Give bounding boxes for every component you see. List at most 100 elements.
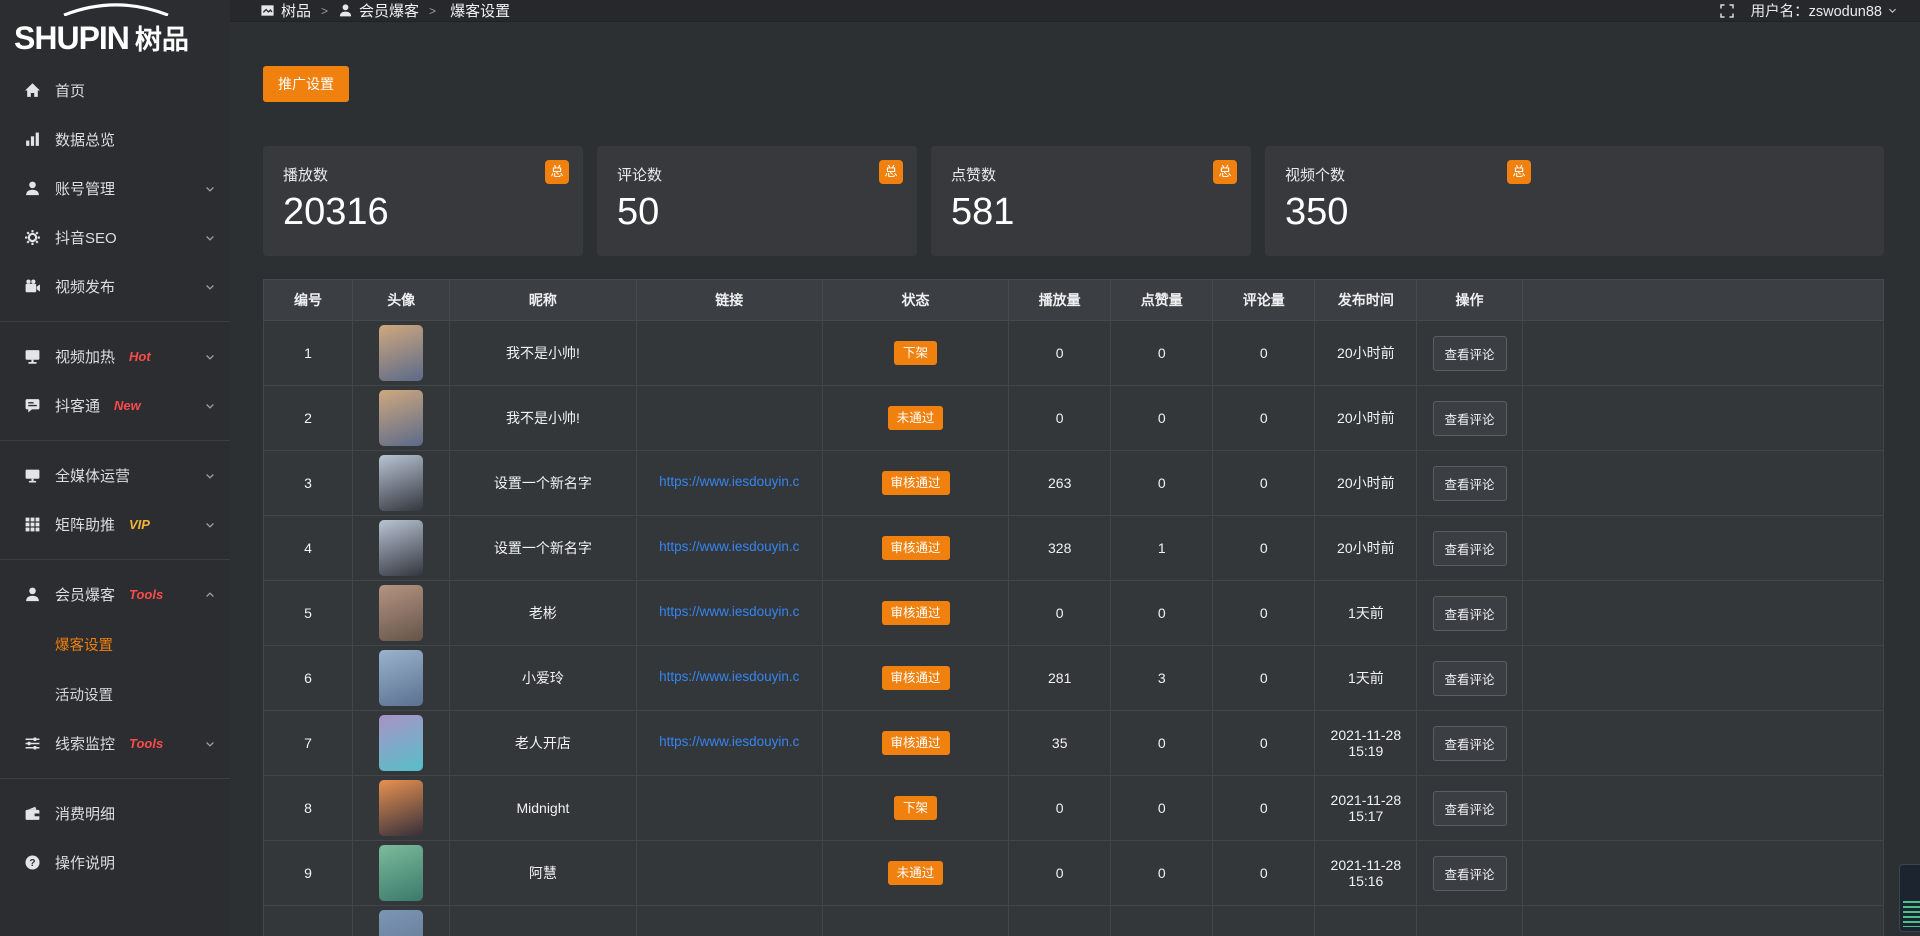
user-name-label: 用户名：zswodun88 [1751, 0, 1882, 21]
sidebar-item-视频发布[interactable]: 视频发布 [0, 262, 230, 311]
sidebar-item-全媒体运营[interactable]: 全媒体运营 [0, 451, 230, 500]
total-badge: 总 [879, 160, 903, 184]
status-badge: 审核通过 [882, 731, 950, 756]
sidebar-item-数据总览[interactable]: 数据总览 [0, 115, 230, 164]
sidebar-item-会员爆客[interactable]: 会员爆客Tools [0, 570, 230, 619]
cell-avatar [353, 386, 450, 451]
table-row: 2我不是小帅!未通过00020小时前查看评论 [264, 386, 1884, 451]
cell-link [636, 321, 822, 386]
cell-action: 查看评论 [1417, 451, 1522, 516]
sidebar-subitem-活动设置[interactable]: 活动设置 [0, 669, 230, 719]
sidebar-item-tag: New [114, 398, 141, 413]
cell-plays: 35 [1009, 711, 1111, 776]
promo-settings-button[interactable]: 推广设置 [263, 66, 349, 102]
videos-table-wrap: 编号 头像 昵称 链接 状态 播放量 点赞量 评论量 发布时间 操作 [263, 279, 1884, 936]
cell-filler [1522, 646, 1883, 711]
cell-likes: 3 [1111, 646, 1213, 711]
app-icon [260, 3, 275, 18]
cell-filler [1522, 386, 1883, 451]
stat-card-评论数: 评论数总50 [597, 146, 917, 256]
sidebar-divider [0, 440, 230, 441]
view-comments-button[interactable]: 查看评论 [1433, 466, 1507, 501]
cell-plays [1009, 906, 1111, 936]
cell-nickname: 我不是小帅! [450, 321, 636, 386]
video-link[interactable]: https://www.iesdouyin.c [659, 539, 799, 554]
sidebar-item-视频加热[interactable]: 视频加热Hot [0, 332, 230, 381]
cell-filler [1522, 711, 1883, 776]
sidebar-subitem-爆客设置[interactable]: 爆客设置 [0, 619, 230, 669]
grid-icon [24, 516, 41, 533]
chat-icon [24, 397, 41, 414]
floating-widget[interactable] [1899, 864, 1920, 932]
home-icon [24, 82, 41, 99]
logo-arc [56, 3, 176, 16]
video-icon [24, 278, 41, 295]
cell-filler [1522, 581, 1883, 646]
stat-cards: 播放数总20316评论数总50点赞数总581视频个数总350 [263, 146, 1884, 256]
sidebar-item-抖音SEO[interactable]: 抖音SEO [0, 213, 230, 262]
user-icon [338, 3, 353, 18]
breadcrumb-separator: > [429, 4, 436, 18]
sidebar-item-抖客通[interactable]: 抖客通New [0, 381, 230, 430]
video-link[interactable]: https://www.iesdouyin.c [659, 734, 799, 749]
chevron-down-icon [204, 400, 216, 412]
cell-nickname: 阿慧 [450, 841, 636, 906]
sliders-icon [24, 735, 41, 752]
col-time: 发布时间 [1315, 280, 1417, 321]
sidebar-item-矩阵助推[interactable]: 矩阵助推VIP [0, 500, 230, 549]
table-header-row: 编号 头像 昵称 链接 状态 播放量 点赞量 评论量 发布时间 操作 [264, 280, 1884, 321]
sidebar-item-label: 数据总览 [55, 129, 115, 150]
breadcrumb-item-section[interactable]: 会员爆客 [338, 0, 419, 21]
cell-avatar [353, 776, 450, 841]
col-plays: 播放量 [1009, 280, 1111, 321]
sidebar-item-消费明细[interactable]: 消费明细 [0, 789, 230, 838]
stat-card-label: 点赞数 [951, 164, 1235, 185]
view-comments-button[interactable]: 查看评论 [1433, 726, 1507, 761]
cell-num: 3 [264, 451, 353, 516]
stat-card-label: 播放数 [283, 164, 567, 185]
col-nickname: 昵称 [450, 280, 636, 321]
chevron-down-icon [204, 470, 216, 482]
chevron-down-icon [204, 281, 216, 293]
screen-icon [24, 348, 41, 365]
video-link[interactable]: https://www.iesdouyin.c [659, 604, 799, 619]
fullscreen-icon[interactable] [1719, 3, 1735, 19]
cell-filler [1522, 451, 1883, 516]
sidebar-item-账号管理[interactable]: 账号管理 [0, 164, 230, 213]
user-menu[interactable]: 用户名：zswodun88 [1751, 0, 1898, 21]
cell-num: 4 [264, 516, 353, 581]
cell-link: https://www.iesdouyin.c [636, 516, 822, 581]
cell-comments: 0 [1213, 646, 1315, 711]
sidebar-item-首页[interactable]: 首页 [0, 66, 230, 115]
cell-time: 20小时前 [1315, 451, 1417, 516]
view-comments-button[interactable]: 查看评论 [1433, 531, 1507, 566]
cell-time [1315, 906, 1417, 936]
sidebar-item-线索监控[interactable]: 线索监控Tools [0, 719, 230, 768]
avatar [379, 650, 423, 706]
sidebar-item-操作说明[interactable]: ?操作说明 [0, 838, 230, 887]
cell-num [264, 906, 353, 936]
avatar [379, 390, 423, 446]
cell-time: 20小时前 [1315, 516, 1417, 581]
logo: SHUPIN 树品 [0, 0, 230, 58]
total-badge: 总 [545, 160, 569, 184]
view-comments-button[interactable]: 查看评论 [1433, 856, 1507, 891]
view-comments-button[interactable]: 查看评论 [1433, 401, 1507, 436]
view-comments-button[interactable]: 查看评论 [1433, 336, 1507, 371]
cell-likes [1111, 906, 1213, 936]
cell-plays: 0 [1009, 386, 1111, 451]
content: 推广设置 播放数总20316评论数总50点赞数总581视频个数总350 编号 头… [230, 22, 1920, 936]
view-comments-button[interactable]: 查看评论 [1433, 661, 1507, 696]
view-comments-button[interactable]: 查看评论 [1433, 791, 1507, 826]
view-comments-button[interactable]: 查看评论 [1433, 596, 1507, 631]
cell-action: 查看评论 [1417, 386, 1522, 451]
video-link[interactable]: https://www.iesdouyin.c [659, 669, 799, 684]
chevron-down-icon [204, 232, 216, 244]
cell-likes: 0 [1111, 841, 1213, 906]
total-badge: 总 [1507, 160, 1531, 184]
breadcrumb-item-home[interactable]: 树品 [260, 0, 311, 21]
cell-action: 查看评论 [1417, 321, 1522, 386]
cell-num: 6 [264, 646, 353, 711]
video-link[interactable]: https://www.iesdouyin.c [659, 474, 799, 489]
cell-action: 查看评论 [1417, 711, 1522, 776]
